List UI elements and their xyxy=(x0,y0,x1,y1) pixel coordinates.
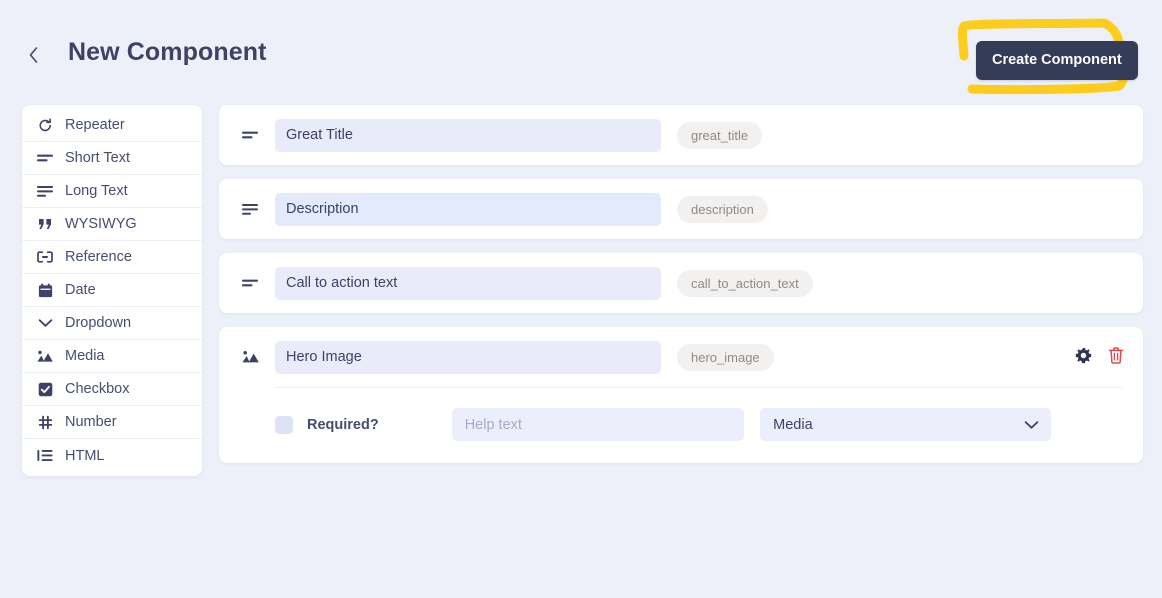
field-name-input[interactable] xyxy=(275,340,661,374)
reference-link-icon xyxy=(36,248,54,266)
back-button[interactable] xyxy=(18,40,48,70)
sidebar-item-label: Short Text xyxy=(65,150,131,166)
sidebar-item-label: Reference xyxy=(65,249,132,265)
trash-icon xyxy=(1108,347,1124,367)
field-card: description xyxy=(219,179,1143,239)
long-text-icon xyxy=(36,182,54,200)
sidebar-item-label: Number xyxy=(65,414,117,430)
field-card: call_to_action_text xyxy=(219,253,1143,313)
field-delete-button[interactable] xyxy=(1106,347,1125,367)
chevron-left-icon xyxy=(27,45,40,65)
sidebar-item-long-text[interactable]: Long Text xyxy=(22,175,202,208)
sidebar-item-label: WYSIWYG xyxy=(65,216,137,232)
sidebar-item-label: Repeater xyxy=(65,117,125,133)
calendar-icon xyxy=(36,281,54,299)
short-text-icon xyxy=(239,129,261,141)
page-title: New Component xyxy=(68,38,267,66)
field-settings-button[interactable] xyxy=(1074,347,1093,367)
sidebar-item-html[interactable]: HTML xyxy=(22,439,202,472)
app-root: New Component Create Component Repeater xyxy=(0,0,1162,598)
sidebar-item-reference[interactable]: Reference xyxy=(22,241,202,274)
chevron-down-icon xyxy=(36,314,54,332)
help-text-input[interactable] xyxy=(451,408,745,441)
sidebar-item-wysiwyg[interactable]: WYSIWYG xyxy=(22,208,202,241)
gear-icon xyxy=(1075,347,1092,367)
short-text-icon xyxy=(36,149,54,167)
sidebar-item-label: Dropdown xyxy=(65,315,132,331)
sidebar-item-short-text[interactable]: Short Text xyxy=(22,142,202,175)
sidebar-item-date[interactable]: Date xyxy=(22,274,202,307)
create-component-button[interactable]: Create Component xyxy=(976,41,1138,80)
list-icon xyxy=(36,447,54,465)
field-card: great_title xyxy=(219,105,1143,165)
quote-icon xyxy=(36,215,54,233)
field-slug: hero_image xyxy=(677,343,774,371)
field-slug: description xyxy=(677,195,768,223)
field-card-expanded: hero_image xyxy=(219,327,1143,463)
repeat-icon xyxy=(36,116,54,134)
sidebar-item-repeater[interactable]: Repeater xyxy=(22,109,202,142)
field-name-input[interactable] xyxy=(275,266,661,300)
sidebar-item-checkbox[interactable]: Checkbox xyxy=(22,373,202,406)
sidebar-item-label: HTML xyxy=(65,447,105,464)
checkbox-icon xyxy=(36,380,54,398)
field-row: great_title xyxy=(219,105,1143,165)
field-row-actions xyxy=(1074,347,1125,367)
field-options: Required? Media xyxy=(219,388,1143,463)
sidebar-item-label: Media xyxy=(65,348,105,364)
page-header: New Component Create Component xyxy=(0,0,1162,96)
field-name-input[interactable] xyxy=(275,118,661,152)
field-slug: call_to_action_text xyxy=(677,269,813,297)
field-type-select-value: Media xyxy=(760,408,1051,441)
field-row: hero_image xyxy=(219,327,1143,387)
required-checkbox[interactable] xyxy=(275,415,293,434)
field-slug: great_title xyxy=(677,121,763,149)
field-type-sidebar: Repeater Short Text Long Text WYSIWYG Re… xyxy=(22,105,202,476)
hash-icon xyxy=(36,413,54,431)
sidebar-item-label: Long Text xyxy=(65,183,128,199)
sidebar-item-dropdown[interactable]: Dropdown xyxy=(22,307,202,340)
field-type-select[interactable]: Media xyxy=(760,408,1051,441)
image-icon xyxy=(239,350,261,364)
image-icon xyxy=(36,347,54,365)
sidebar-item-label: Checkbox xyxy=(65,381,130,397)
short-text-icon xyxy=(239,277,261,289)
long-text-icon xyxy=(239,203,261,216)
field-row: description xyxy=(219,179,1143,239)
field-row: call_to_action_text xyxy=(219,253,1143,313)
sidebar-item-media[interactable]: Media xyxy=(22,340,202,373)
create-component-annotated: Create Component xyxy=(942,10,1142,102)
sidebar-item-number[interactable]: Number xyxy=(22,406,202,439)
field-name-input[interactable] xyxy=(275,192,661,226)
field-list: great_title description xyxy=(219,105,1143,477)
required-label: Required? xyxy=(307,416,379,433)
sidebar-item-label: Date xyxy=(65,282,96,298)
